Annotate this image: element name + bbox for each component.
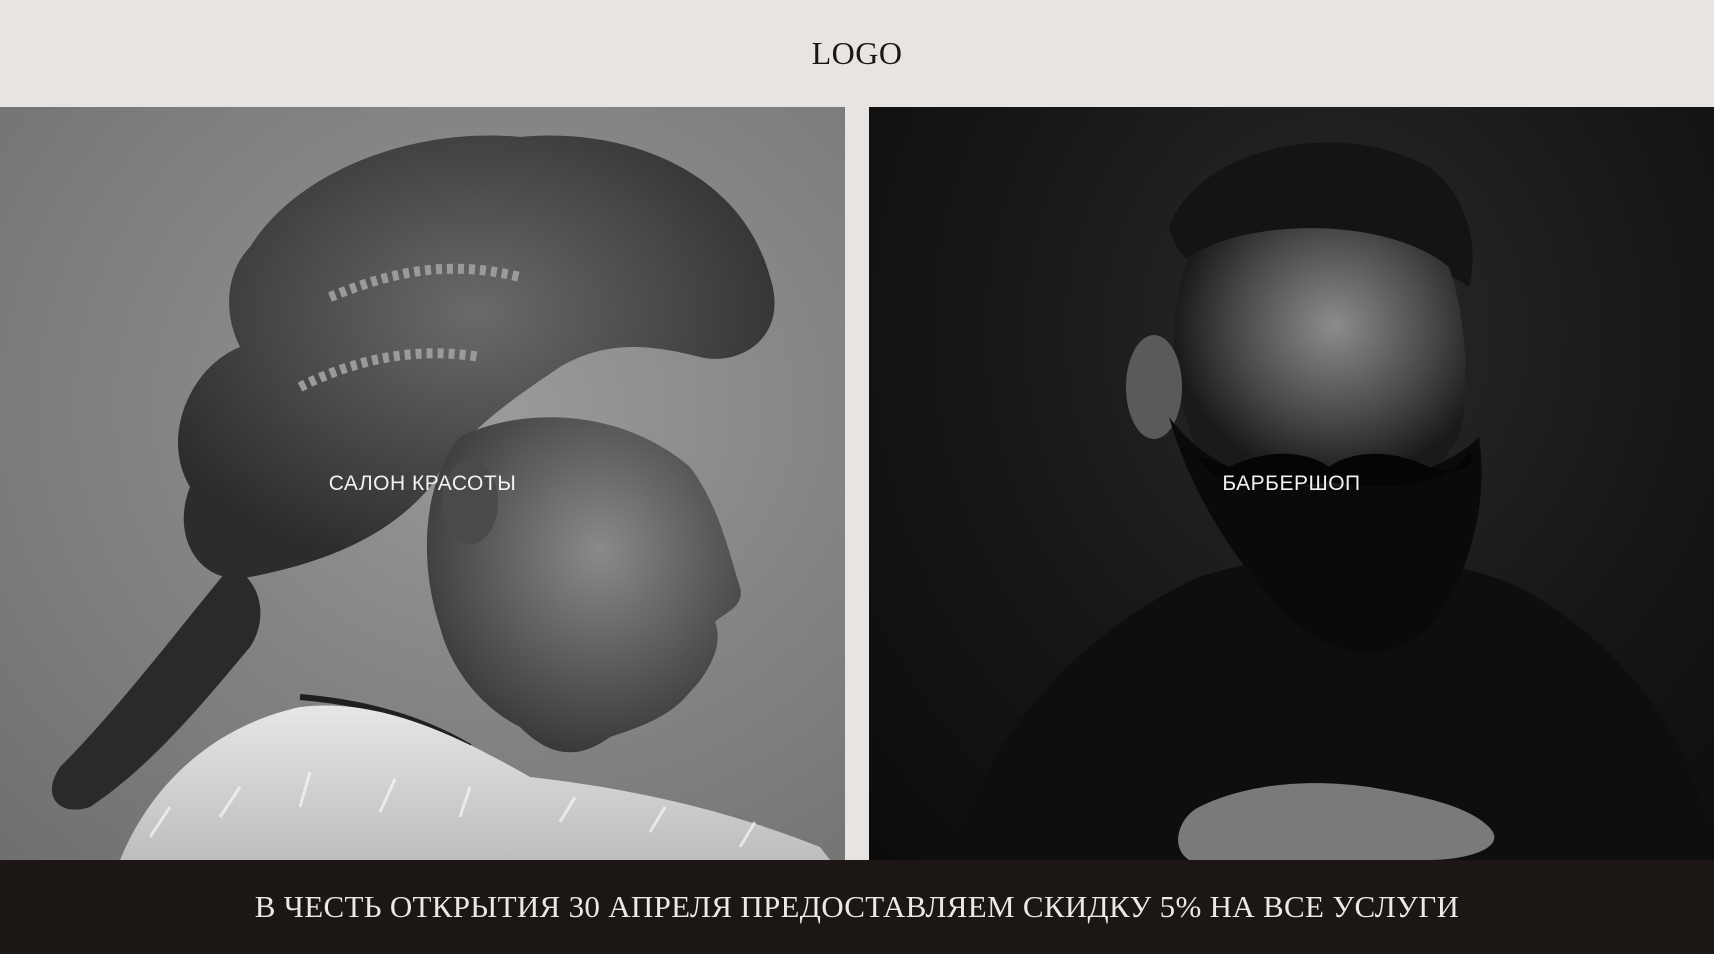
header: LOGO [0,0,1714,107]
barbershop-panel[interactable]: БАРБЕРШОП [869,107,1714,860]
beauty-salon-label[interactable]: САЛОН КРАСОТЫ [329,472,517,496]
promo-text: В ЧЕСТЬ ОТКРЫТИЯ 30 АПРЕЛЯ ПРЕДОСТАВЛЯЕМ… [254,889,1460,924]
promo-banner: В ЧЕСТЬ ОТКРЫТИЯ 30 АПРЕЛЯ ПРЕДОСТАВЛЯЕМ… [0,860,1714,954]
beauty-salon-panel[interactable]: САЛОН КРАСОТЫ [0,107,845,860]
barbershop-label[interactable]: БАРБЕРШОП [1222,472,1360,496]
logo[interactable]: LOGO [812,35,903,72]
